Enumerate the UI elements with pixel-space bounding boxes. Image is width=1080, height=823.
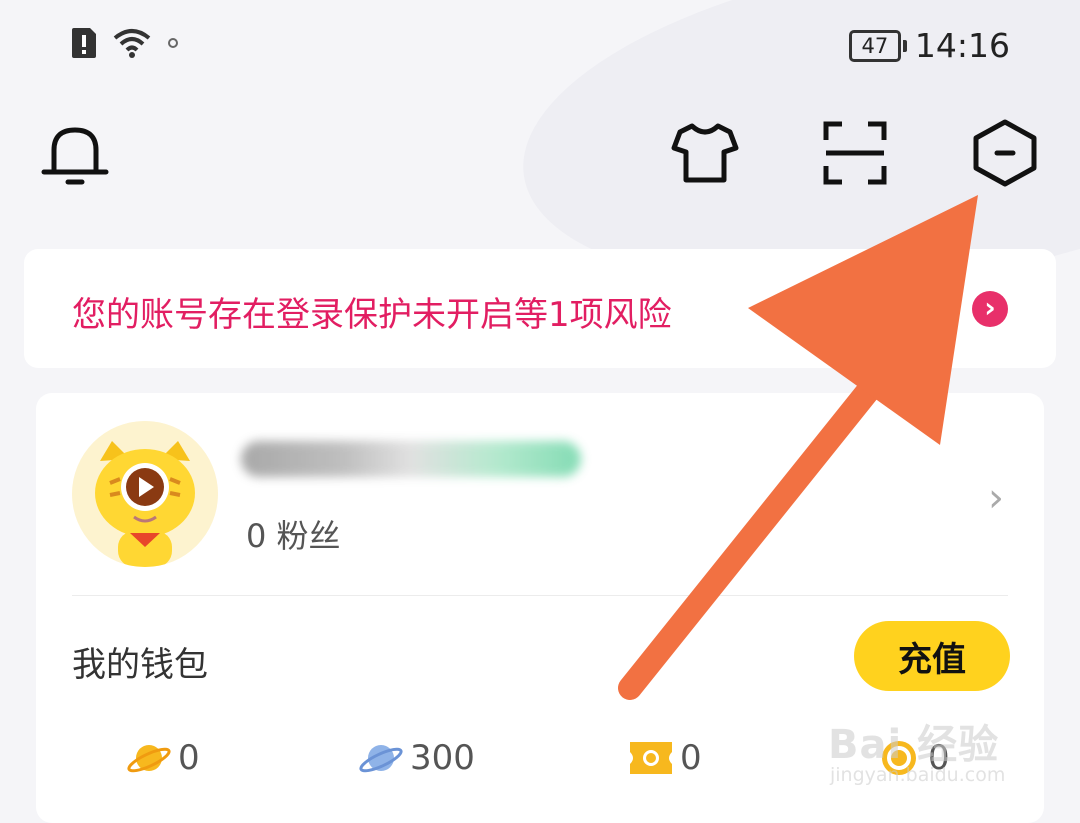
risk-action-link[interactable]: 立即查 (816, 287, 918, 336)
wallet-title: 我的钱包 (72, 645, 208, 685)
status-left (70, 26, 180, 60)
mascot-avatar-icon (72, 421, 218, 567)
outfit-icon[interactable] (670, 118, 740, 188)
clock: 14:16 (914, 26, 1010, 65)
chevron-right-icon[interactable]: › (988, 475, 1004, 521)
avatar[interactable] (72, 421, 218, 567)
fans-count[interactable]: 0 粉丝 (246, 511, 341, 557)
bell-icon[interactable] (40, 118, 110, 188)
watermark-brand: Bai 经验 (828, 722, 1000, 768)
wifi-icon (113, 29, 151, 58)
recharge-button[interactable]: 充值 (854, 621, 1010, 691)
scan-icon[interactable] (820, 118, 890, 188)
balance-coupon[interactable]: 0 (628, 738, 702, 778)
username-blurred (241, 441, 581, 477)
divider (72, 595, 1008, 596)
sync-icon (168, 38, 178, 48)
account-risk-banner[interactable]: 您的账号存在登录保护未开启等1项风险 立即查 › (24, 249, 1056, 368)
balance-value: 0 (178, 738, 200, 778)
status-bar: 47 14:16 (0, 0, 1080, 95)
balance-value: 0 (680, 738, 702, 778)
coupon-ticket-icon (630, 742, 672, 774)
sim-alert-icon (72, 28, 96, 58)
settings-hexagon-icon[interactable] (970, 118, 1040, 188)
gold-planet-coin-icon (127, 745, 171, 773)
balance-blue-planet[interactable]: 300 (358, 738, 475, 778)
chevron-right-icon[interactable]: › (972, 291, 1008, 327)
watermark-url: jingyan.baidu.com (830, 764, 1006, 786)
watermark: Bai 经验 jingyan.baidu.com (828, 712, 1028, 802)
risk-warning-text: 您的账号存在登录保护未开启等1项风险 (72, 295, 672, 335)
balance-value: 300 (410, 738, 475, 778)
status-right: 47 14:16 (848, 26, 1010, 65)
battery-indicator: 47 (848, 29, 907, 62)
blue-planet-coin-icon (359, 745, 403, 773)
balance-gold-planet[interactable]: 0 (126, 738, 200, 778)
